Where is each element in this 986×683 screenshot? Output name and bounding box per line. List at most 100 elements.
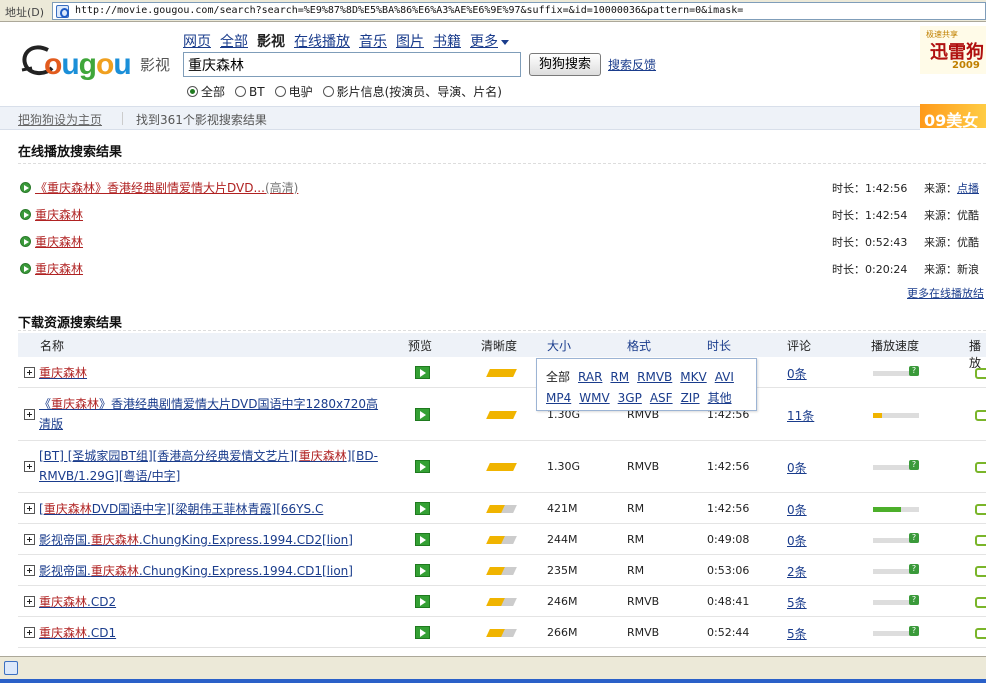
help-icon[interactable]: ? <box>909 460 919 470</box>
column-header-3[interactable]: 大小 <box>547 337 571 354</box>
feedback-link[interactable]: 搜索反馈 <box>608 56 656 73</box>
filter-option-0[interactable]: 全部 <box>187 85 225 99</box>
address-url[interactable]: http://movie.gougou.com/search?search=%E… <box>75 5 743 16</box>
result-link[interactable]: [BT] [圣城家园BT组][香港高分经典爱情文艺片][重庆森林][BD-RMV… <box>39 449 378 483</box>
format-option-mp4[interactable]: MP4 <box>546 391 571 405</box>
format-option-asf[interactable]: ASF <box>650 391 673 405</box>
result-link[interactable]: 影视帝国.重庆森林.ChungKing.Express.1994.CD1[lio… <box>39 564 353 578</box>
expand-icon[interactable] <box>24 367 35 378</box>
column-header-5[interactable]: 时长 <box>707 337 731 354</box>
format-option-rar[interactable]: RAR <box>578 370 602 384</box>
online-source: 来源：优酷 <box>924 234 979 250</box>
expand-icon[interactable] <box>24 565 35 576</box>
address-field[interactable]: http://movie.gougou.com/search?search=%E… <box>52 2 986 20</box>
help-icon[interactable]: ? <box>909 626 919 636</box>
online-title-link[interactable]: 《重庆森林》香港经典剧情爱情大片DVD...(高清) <box>35 179 298 196</box>
play-tv-icon[interactable] <box>975 504 986 515</box>
filter-option-3[interactable]: 影片信息(按演员、导演、片名) <box>322 85 502 99</box>
comments-link[interactable]: 0条 <box>787 365 807 382</box>
comments-link[interactable]: 2条 <box>787 563 807 580</box>
radio-button[interactable] <box>322 86 334 97</box>
help-icon[interactable]: ? <box>909 595 919 605</box>
nav-item-6[interactable]: 书籍 <box>433 34 461 50</box>
filter-option-2[interactable]: 电驴 <box>274 85 313 99</box>
preview-play-icon[interactable] <box>415 366 430 379</box>
play-tv-icon[interactable] <box>975 597 986 608</box>
gougou-logo[interactable]: ougou 影视 <box>18 40 178 84</box>
online-title-link[interactable]: 重庆森林 <box>35 233 83 250</box>
search-button[interactable]: 狗狗搜索 <box>529 53 601 76</box>
comments-link[interactable]: 0条 <box>787 459 807 476</box>
preview-play-icon[interactable] <box>415 533 430 546</box>
expand-icon[interactable] <box>24 534 35 545</box>
comments-link[interactable]: 5条 <box>787 594 807 611</box>
comments-link[interactable]: 11条 <box>787 407 814 424</box>
format-option-zip[interactable]: ZIP <box>681 391 700 405</box>
comments-link[interactable]: 5条 <box>787 625 807 642</box>
column-header-4[interactable]: 格式 <box>627 337 651 354</box>
help-icon[interactable]: ? <box>909 564 919 574</box>
result-link[interactable]: 重庆森林.CD1 <box>39 626 116 640</box>
expand-icon[interactable] <box>24 596 35 607</box>
result-link[interactable]: 《重庆森林》香港经典剧情爱情大片DVD国语中字1280x720高清版 <box>39 397 378 431</box>
play-tv-icon[interactable] <box>975 628 986 639</box>
result-link[interactable]: [重庆森林DVD国语中字][梁朝伟王菲林青霞][66YS.C <box>39 502 323 516</box>
radio-button[interactable] <box>274 86 286 97</box>
expand-icon[interactable] <box>24 461 35 472</box>
beauty-ad-banner[interactable]: 09美女 <box>920 104 986 130</box>
format-option-rm[interactable]: RM <box>610 370 629 384</box>
nav-item-3[interactable]: 在线播放 <box>294 34 350 50</box>
xunlei-ad-banner[interactable]: 极速共享 迅雷狗 2009 <box>920 26 986 74</box>
online-duration: 时长：1:42:54 <box>832 209 908 222</box>
result-link[interactable]: 重庆森林 <box>39 366 87 380</box>
nav-item-0[interactable]: 网页 <box>183 34 211 50</box>
expand-icon[interactable] <box>24 409 35 420</box>
play-icon[interactable] <box>20 209 31 220</box>
comments-link[interactable]: 0条 <box>787 532 807 549</box>
filter-option-1[interactable]: BT <box>235 85 265 99</box>
result-link[interactable]: 重庆森林.CD2 <box>39 595 116 609</box>
format-option-avi[interactable]: AVI <box>715 370 734 384</box>
result-link[interactable]: 影视帝国.重庆森林.ChungKing.Express.1994.CD2[lio… <box>39 533 353 547</box>
radio-button[interactable] <box>235 86 247 97</box>
nav-item-4[interactable]: 音乐 <box>359 34 387 50</box>
radio-button[interactable] <box>187 86 198 97</box>
format-option-mkv[interactable]: MKV <box>680 370 706 384</box>
format-option-wmv[interactable]: WMV <box>579 391 609 405</box>
preview-play-icon[interactable] <box>415 408 430 421</box>
preview-play-icon[interactable] <box>415 626 430 639</box>
more-online-link[interactable]: 更多在线播放结 <box>907 285 984 301</box>
preview-play-icon[interactable] <box>415 460 430 473</box>
ie-status-icon <box>4 661 18 675</box>
logo-text: ougou <box>44 48 132 81</box>
expand-icon[interactable] <box>24 503 35 514</box>
preview-play-icon[interactable] <box>415 564 430 577</box>
play-tv-icon[interactable] <box>975 462 986 473</box>
play-icon[interactable] <box>20 263 31 274</box>
format-option-其他[interactable]: 其他 <box>708 391 732 405</box>
set-homepage-link[interactable]: 把狗狗设为主页 <box>18 111 102 128</box>
online-title-link[interactable]: 重庆森林 <box>35 260 83 277</box>
nav-item-7[interactable]: 更多 <box>470 34 509 50</box>
help-icon[interactable]: ? <box>909 366 919 376</box>
preview-play-icon[interactable] <box>415 595 430 608</box>
nav-item-1[interactable]: 全部 <box>220 34 248 50</box>
help-icon[interactable]: ? <box>909 533 919 543</box>
online-title-link[interactable]: 重庆森林 <box>35 206 83 223</box>
format-option-rmvb[interactable]: RMVB <box>637 370 672 384</box>
nav-item-5[interactable]: 图片 <box>396 34 424 50</box>
comments-link[interactable]: 0条 <box>787 501 807 518</box>
play-icon[interactable] <box>20 182 31 193</box>
cell-format: RM <box>627 533 645 546</box>
play-tv-icon[interactable] <box>975 368 986 379</box>
play-tv-icon[interactable] <box>975 410 986 421</box>
play-tv-icon[interactable] <box>975 535 986 546</box>
source-name[interactable]: 点播 <box>957 182 979 195</box>
search-input[interactable] <box>183 52 521 77</box>
play-tv-icon[interactable] <box>975 566 986 577</box>
expand-icon[interactable] <box>24 627 35 638</box>
format-option-3gp[interactable]: 3GP <box>618 391 642 405</box>
nav-item-2[interactable]: 影视 <box>257 34 285 50</box>
play-icon[interactable] <box>20 236 31 247</box>
preview-play-icon[interactable] <box>415 502 430 515</box>
